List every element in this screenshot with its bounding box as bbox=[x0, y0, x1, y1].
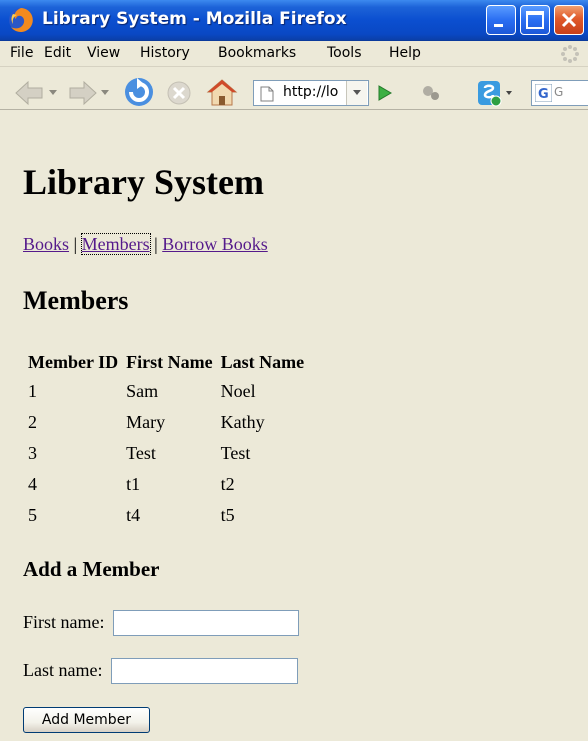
reload-icon[interactable] bbox=[122, 76, 156, 108]
table-header-row: Member ID First Name Last Name bbox=[24, 348, 308, 376]
nav-link-borrow-books[interactable]: Borrow Books bbox=[162, 234, 268, 254]
last-name-label: Last name: bbox=[23, 660, 103, 680]
cell-last-name: Noel bbox=[220, 381, 256, 401]
menu-history[interactable]: History bbox=[140, 45, 190, 61]
add-member-button[interactable]: Add Member bbox=[23, 707, 150, 733]
back-arrow-icon[interactable] bbox=[14, 79, 46, 107]
nav-link-members[interactable]: Members bbox=[80, 233, 151, 255]
cell-last-name: Kathy bbox=[220, 412, 265, 432]
members-table: Member ID First Name Last Name 1 Sam Noe… bbox=[24, 348, 308, 531]
search-box[interactable]: G G bbox=[531, 80, 588, 106]
menu-file[interactable]: File bbox=[10, 45, 33, 61]
minimize-button[interactable] bbox=[486, 5, 516, 35]
cell-first-name: Test bbox=[126, 443, 156, 463]
table-row: 5 t4 t5 bbox=[24, 500, 308, 531]
first-name-label: First name: bbox=[23, 612, 105, 632]
home-icon[interactable] bbox=[206, 77, 238, 107]
nav-separator: | bbox=[73, 234, 78, 254]
forward-arrow-icon[interactable] bbox=[66, 79, 98, 107]
cell-last-name: t2 bbox=[220, 474, 235, 494]
cell-first-name: t1 bbox=[126, 474, 141, 494]
stop-icon[interactable] bbox=[164, 79, 194, 107]
browser-window: Library System - Mozilla Firefox File Ed… bbox=[0, 0, 588, 741]
menu-bar: File Edit View History Bookmarks Tools H… bbox=[0, 41, 588, 67]
address-dropdown-button[interactable] bbox=[346, 81, 367, 105]
maximize-icon bbox=[526, 11, 544, 29]
table-row: 1 Sam Noel bbox=[24, 376, 308, 407]
chevron-down-icon bbox=[353, 90, 361, 95]
table-row: 4 t1 t2 bbox=[24, 469, 308, 500]
google-icon: G bbox=[535, 84, 552, 102]
nav-link-books[interactable]: Books bbox=[23, 234, 69, 254]
cell-last-name: t5 bbox=[220, 505, 235, 525]
menu-edit[interactable]: Edit bbox=[44, 45, 71, 61]
cell-member-id: 1 bbox=[28, 381, 37, 401]
cell-first-name: Mary bbox=[126, 412, 166, 432]
cell-first-name: t4 bbox=[126, 505, 141, 525]
close-button[interactable] bbox=[554, 5, 584, 35]
close-icon bbox=[561, 12, 577, 28]
menu-view[interactable]: View bbox=[87, 45, 120, 61]
column-header-last-name: Last Name bbox=[220, 351, 305, 372]
page-title: Library System bbox=[23, 162, 264, 202]
throbber-icon bbox=[561, 45, 579, 63]
go-arrow-icon[interactable] bbox=[374, 83, 394, 103]
cell-member-id: 3 bbox=[28, 443, 37, 463]
last-name-input[interactable] bbox=[111, 658, 298, 684]
cell-last-name: Test bbox=[220, 443, 251, 463]
column-header-member-id: Member ID bbox=[28, 351, 119, 372]
page-content: Library System Books | Members | Borrow … bbox=[0, 110, 588, 741]
first-name-input[interactable] bbox=[113, 610, 299, 636]
skype-button[interactable] bbox=[474, 79, 514, 107]
table-row: 3 Test Test bbox=[24, 438, 308, 469]
nav-separator: | bbox=[154, 234, 158, 254]
back-dropdown-icon[interactable] bbox=[49, 90, 57, 96]
menu-tools[interactable]: Tools bbox=[327, 45, 362, 61]
firefox-logo-icon bbox=[9, 8, 33, 32]
cell-member-id: 2 bbox=[28, 412, 37, 432]
minimize-icon bbox=[494, 24, 503, 27]
add-member-heading: Add a Member bbox=[23, 557, 160, 581]
forward-dropdown-icon[interactable] bbox=[101, 90, 109, 96]
maximize-button[interactable] bbox=[520, 5, 550, 35]
skype-icon bbox=[478, 81, 512, 107]
column-header-first-name: First Name bbox=[126, 351, 213, 372]
menu-help[interactable]: Help bbox=[389, 45, 421, 61]
cell-member-id: 5 bbox=[28, 505, 37, 525]
page-icon bbox=[260, 86, 274, 102]
members-heading: Members bbox=[23, 286, 129, 315]
window-title: Library System - Mozilla Firefox bbox=[42, 9, 347, 29]
cell-first-name: Sam bbox=[126, 381, 159, 401]
menu-bookmarks[interactable]: Bookmarks bbox=[218, 45, 296, 61]
svg-text:G: G bbox=[538, 87, 549, 102]
extension-icon[interactable] bbox=[420, 83, 442, 103]
address-bar-url: http://lo bbox=[283, 84, 339, 100]
table-row: 2 Mary Kathy bbox=[24, 407, 308, 438]
title-bar[interactable]: Library System - Mozilla Firefox bbox=[0, 0, 588, 41]
nav-links: Books | Members | Borrow Books bbox=[23, 233, 268, 255]
search-placeholder: G bbox=[554, 85, 564, 99]
cell-member-id: 4 bbox=[28, 474, 37, 494]
